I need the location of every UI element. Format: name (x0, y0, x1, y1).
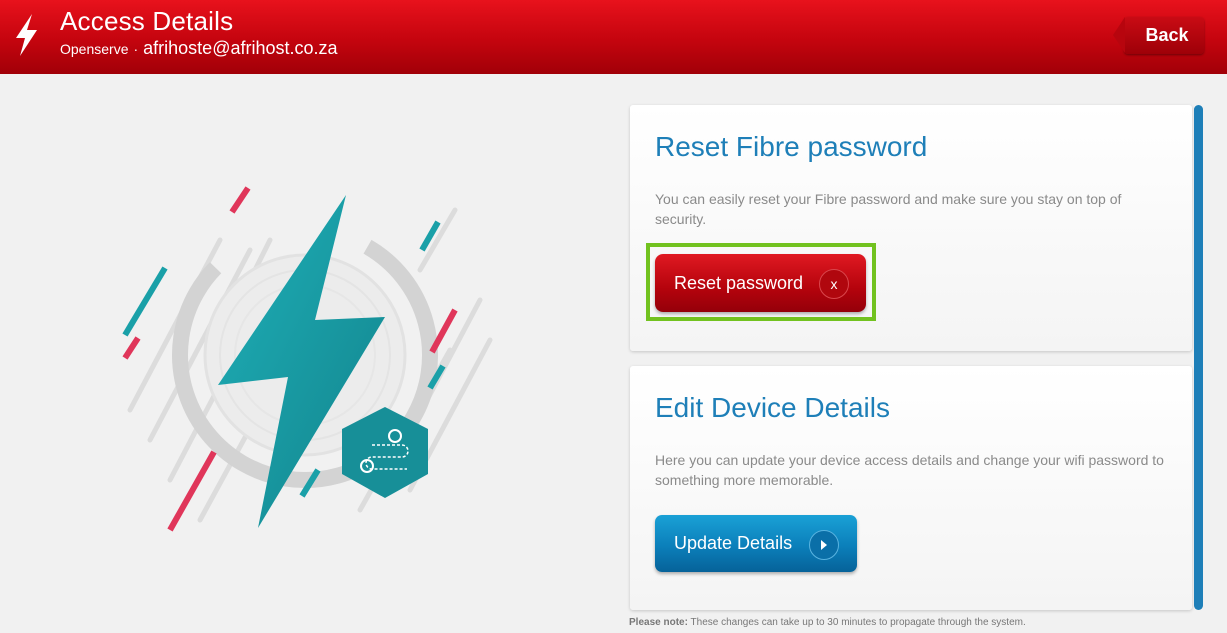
reset-card-title: Reset Fibre password (655, 131, 928, 162)
edit-card-description: Here you can update your device access d… (655, 452, 1164, 488)
reset-password-card: Reset Fibre password You can easily rese… (630, 105, 1192, 351)
note-prefix: Please note: (629, 617, 688, 628)
account-subtitle: Openserve · afrihoste@afrihost.co.za (60, 38, 338, 59)
lightning-logo-icon (16, 14, 37, 56)
back-button[interactable]: Back (1113, 17, 1204, 54)
reset-password-button[interactable]: Reset password x (655, 254, 866, 312)
edit-device-card: Edit Device Details Here you can update … (630, 366, 1192, 610)
close-icon: x (819, 269, 849, 299)
account-email: afrihoste@afrihost.co.za (143, 38, 338, 58)
play-icon (809, 530, 839, 560)
fibre-illustration (122, 186, 493, 532)
update-details-button[interactable]: Update Details (655, 515, 857, 572)
reset-card-description: You can easily reset your Fibre password… (655, 191, 1122, 227)
propagation-note: Please note: These changes can take up t… (629, 617, 1026, 628)
header-bar: Access Details Openserve · afrihoste@afr… (0, 0, 1227, 74)
page-title: Access Details (60, 6, 234, 36)
vertical-scrollbar[interactable] (1194, 105, 1203, 610)
update-details-label: Update Details (674, 533, 793, 553)
edit-card-title: Edit Device Details (655, 392, 890, 423)
reset-password-label: Reset password (674, 272, 804, 293)
provider-name: Openserve (60, 41, 129, 57)
subtitle-separator: · (133, 41, 139, 57)
note-text: These changes can take up to 30 minutes … (690, 617, 1026, 628)
